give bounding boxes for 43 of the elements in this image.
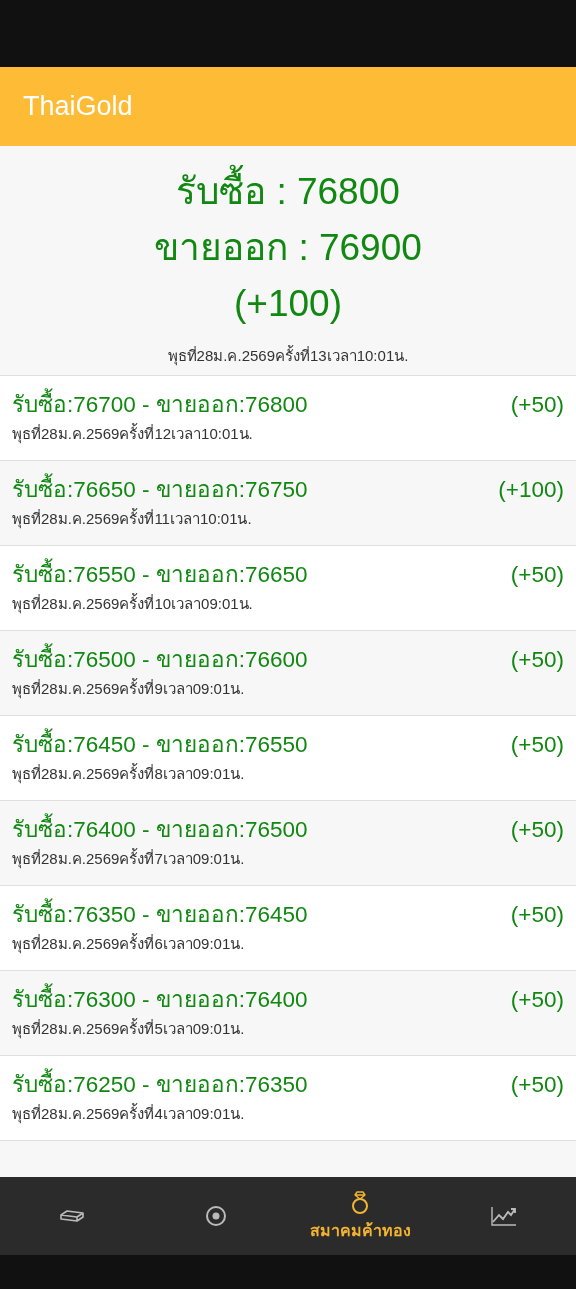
change-text: (+50) <box>510 986 564 1014</box>
history-row[interactable]: รับซื้อ:76350 - ขายออก:76450 (+50) พุธที่28ม.ค.2569ครั้งที่6เวลา09:01น. <box>0 886 576 971</box>
sell-price: ขายออก : 76900 <box>154 226 422 270</box>
change-text: (+50) <box>510 646 564 674</box>
price-text: รับซื้อ:76500 - ขายออก:76600 <box>12 645 308 675</box>
timestamp: พุธที่28ม.ค.2569ครั้งที่12เวลา10:01น. <box>12 422 254 446</box>
change-text: (+100) <box>498 476 564 504</box>
price-text: รับซื้อ:76450 - ขายออก:76550 <box>12 730 308 760</box>
coin-icon <box>205 1205 227 1227</box>
timestamp: พุธที่28ม.ค.2569ครั้งที่4เวลา09:01น. <box>12 1102 246 1126</box>
price-text: รับซื้อ:76300 - ขายออก:76400 <box>12 985 308 1015</box>
history-row[interactable]: รับซื้อ:76700 - ขายออก:76800 (+50) พุธที่28ม.ค.2569ครั้งที่12เวลา10:01น. <box>0 376 576 461</box>
timestamp: พุธที่28ม.ค.2569ครั้งที่13เวลา10:01น. <box>167 344 409 368</box>
change-text: (+50) <box>510 816 564 844</box>
price-text: รับซื้อ:76350 - ขายออก:76450 <box>12 900 308 930</box>
price-change: (+100) <box>234 282 342 326</box>
history-row[interactable]: รับซื้อ:76250 - ขายออก:76350 (+50) พุธที่28ม.ค.2569ครั้งที่4เวลา09:01น. <box>0 1056 576 1141</box>
timestamp: พุธที่28ม.ค.2569ครั้งที่11เวลา10:01น. <box>12 507 253 531</box>
timestamp: พุธที่28ม.ค.2569ครั้งที่10เวลา09:01น. <box>12 592 254 616</box>
ingot-icon <box>59 1209 85 1223</box>
timestamp: พุธที่28ม.ค.2569ครั้งที่9เวลา09:01น. <box>12 677 246 701</box>
change-text: (+50) <box>510 731 564 759</box>
timestamp: พุธที่28ม.ค.2569ครั้งที่5เวลา09:01น. <box>12 1017 246 1041</box>
timestamp: พุธที่28ม.ค.2569ครั้งที่7เวลา09:01น. <box>12 847 246 871</box>
timestamp: พุธที่28ม.ค.2569ครั้งที่6เวลา09:01น. <box>12 932 246 956</box>
history-row[interactable]: รับซื้อ:76550 - ขายออก:76650 (+50) พุธที่28ม.ค.2569ครั้งที่10เวลา09:01น. <box>0 546 576 631</box>
chart-icon <box>491 1206 517 1226</box>
change-text: (+50) <box>510 1071 564 1099</box>
price-text: รับซื้อ:76700 - ขายออก:76800 <box>12 390 308 420</box>
timestamp: พุธที่28ม.ค.2569ครั้งที่8เวลา09:01น. <box>12 762 246 786</box>
nav-label: สมาคมค้าทอง <box>309 1220 411 1241</box>
change-text: (+50) <box>510 561 564 589</box>
nav-tab[interactable]: สมาคมค้าทอง <box>288 1177 432 1255</box>
price-text: รับซื้อ:76250 - ขายออก:76350 <box>12 1070 308 1100</box>
change-text: (+50) <box>510 901 564 929</box>
price-text: รับซื้อ:76400 - ขายออก:76500 <box>12 815 308 845</box>
history-row[interactable]: รับซื้อ:76450 - ขายออก:76550 (+50) พุธที่28ม.ค.2569ครั้งที่8เวลา09:01น. <box>0 716 576 801</box>
buy-price: รับซื้อ : 76800 <box>176 164 400 220</box>
price-text: รับซื้อ:76550 - ขายออก:76650 <box>12 560 308 590</box>
change-text: (+50) <box>510 391 564 419</box>
price-text: รับซื้อ:76650 - ขายออก:76750 <box>12 475 308 505</box>
ring-icon <box>351 1189 369 1214</box>
app-title: ThaiGold <box>23 91 133 122</box>
